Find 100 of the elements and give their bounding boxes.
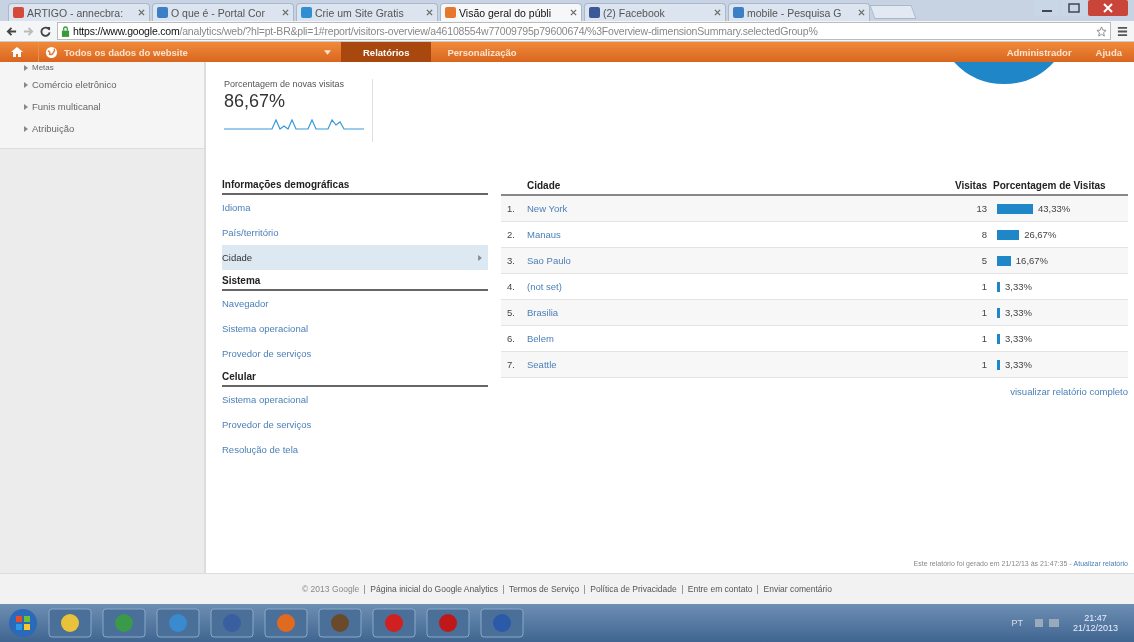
percent-bar (997, 359, 1000, 370)
taskbar-app-icon[interactable] (156, 608, 200, 638)
dimension-item[interactable]: País/território (222, 220, 488, 245)
visits-cell-text: 1 (980, 281, 987, 292)
clock-date: 21/12/2013 (1072, 623, 1118, 633)
taskbar-app-icon[interactable] (48, 608, 92, 638)
back-arrow-icon[interactable] (6, 25, 17, 37)
city-link[interactable]: (not set) (527, 281, 947, 292)
row-number: 4. (507, 281, 516, 292)
browser-tab[interactable]: Crie um Site Gratis (296, 3, 438, 21)
row-number: 2. (507, 229, 516, 240)
dimension-item[interactable]: Resolução de tela (222, 437, 488, 462)
caret-icon (324, 49, 331, 55)
city-link[interactable]: Belem (527, 333, 947, 344)
browser-tab[interactable]: O que é - Portal Cor (152, 3, 294, 21)
reload-icon[interactable] (40, 25, 51, 37)
sidebar-item[interactable]: Atribuição (32, 118, 75, 140)
close-icon[interactable] (1088, 0, 1128, 16)
visits-cell-text: 1 (980, 359, 987, 370)
percent-cell: 26,67% (1024, 229, 1057, 240)
close-icon[interactable] (714, 9, 721, 16)
footer-link[interactable]: Política de Privacidade (590, 584, 677, 594)
section-heading: Celular (222, 369, 488, 387)
nav-tab[interactable]: Personalização (431, 42, 533, 62)
full-report-link[interactable]: visualizar relatório completo (1010, 386, 1128, 397)
percent-cell: 16,67% (1015, 255, 1049, 266)
column-header: Visitas (953, 180, 987, 191)
browser-tab[interactable]: mobile - Pesquisa G (728, 3, 870, 21)
nav-tab[interactable]: Relatórios (341, 42, 432, 62)
section-heading: Informações demográficas (222, 177, 488, 195)
browser-tab[interactable]: Visão geral do públi (440, 3, 582, 21)
forward-arrow-icon[interactable] (23, 25, 34, 37)
percent-cell: 3,33% (1005, 307, 1032, 318)
city-link[interactable]: Manaus (527, 229, 947, 240)
taskbar-app-icon[interactable] (480, 608, 524, 638)
language-indicator[interactable]: PT (1011, 618, 1023, 628)
dimension-item[interactable]: Navegador (222, 291, 488, 316)
lock-icon (61, 25, 70, 37)
home-icon[interactable] (10, 46, 24, 58)
metric-label: Porcentagem de novas visitas (224, 79, 346, 89)
city-link[interactable]: New York (527, 203, 947, 214)
column-header: Cidade (527, 180, 562, 191)
footer-link[interactable]: Enviar comentário (763, 584, 832, 594)
city-link[interactable]: Sao Paulo (527, 255, 947, 266)
browser-tab[interactable]: ARTIGO - annecbra: (8, 3, 150, 21)
nav-link[interactable]: Administrador (994, 42, 1084, 62)
clock-time: 21:47 (1084, 613, 1107, 623)
percent-cell: 3,33% (1005, 333, 1032, 344)
row-number: 7. (507, 359, 516, 370)
metric-value: 86,67% (224, 91, 287, 112)
visits-cell-text: 13 (975, 203, 987, 214)
taskbar-app-icon[interactable] (210, 608, 254, 638)
footer-link[interactable]: Página inicial do Google Analytics (370, 584, 498, 594)
row-number: 3. (507, 255, 516, 266)
percent-cell: 3,33% (1005, 359, 1032, 370)
address-field[interactable]: https://www.google.com/analytics/web/?hl=pt-BR&pli=1#report/visitors-overview/a46108554w77009795p79600674/%3Foverview-dimensionSummary.selectedGroup% (57, 22, 1111, 40)
row-number: 6. (507, 333, 516, 344)
column-header: Porcentagem de Visitas (993, 180, 1107, 191)
dimension-item[interactable]: Cidade (222, 245, 488, 270)
taskbar-app-icon[interactable] (426, 608, 470, 638)
taskbar-app-icon[interactable] (264, 608, 308, 638)
percent-cell: 43,33% (1037, 203, 1071, 214)
taskbar-app-icon[interactable] (318, 608, 362, 638)
close-icon[interactable] (138, 9, 145, 16)
bullet-icon (24, 82, 28, 88)
bullet-icon (24, 126, 28, 132)
caret-icon (478, 254, 482, 261)
close-icon[interactable] (858, 9, 865, 16)
row-number: 5. (507, 307, 516, 318)
dimension-item[interactable]: Provedor de serviços (222, 412, 488, 437)
star-icon[interactable] (1096, 25, 1107, 37)
start-button[interactable] (8, 608, 38, 638)
percent-bar (997, 229, 1020, 240)
city-link[interactable]: Seattle (527, 359, 947, 370)
close-icon[interactable] (282, 9, 289, 16)
dimension-item[interactable]: Sistema operacional (222, 316, 488, 341)
taskbar-app-icon[interactable] (102, 608, 146, 638)
dimension-item[interactable]: Provedor de serviços (222, 341, 488, 366)
bullet-icon (24, 104, 28, 110)
taskbar-app-icon[interactable] (372, 608, 416, 638)
menu-icon[interactable] (1117, 25, 1128, 37)
sidebar-item[interactable]: Funis multicanal (32, 96, 101, 118)
row-number: 1. (507, 203, 516, 214)
section-heading: Sistema (222, 273, 488, 291)
city-link[interactable]: Brasilia (527, 307, 947, 318)
visits-cell-text: 1 (980, 333, 987, 344)
nav-link[interactable]: Ajuda (1083, 42, 1134, 62)
close-icon[interactable] (426, 9, 433, 16)
percent-bar (997, 333, 1000, 344)
sidebar-item[interactable]: Comércio eletrônico (32, 74, 117, 96)
sidebar-item[interactable]: Metas (32, 62, 54, 74)
percent-bar (997, 203, 1033, 214)
footer-link[interactable]: Entre em contato (687, 584, 753, 594)
close-icon[interactable] (570, 9, 577, 16)
footer-link[interactable]: Termos de Serviço (508, 584, 580, 594)
dimension-item[interactable]: Idioma (222, 195, 488, 220)
dimension-item[interactable]: Sistema operacional (222, 387, 488, 412)
browser-tab[interactable]: (2) Facebook (584, 3, 726, 21)
percent-bar (997, 281, 1000, 292)
bullet-icon (24, 65, 28, 71)
